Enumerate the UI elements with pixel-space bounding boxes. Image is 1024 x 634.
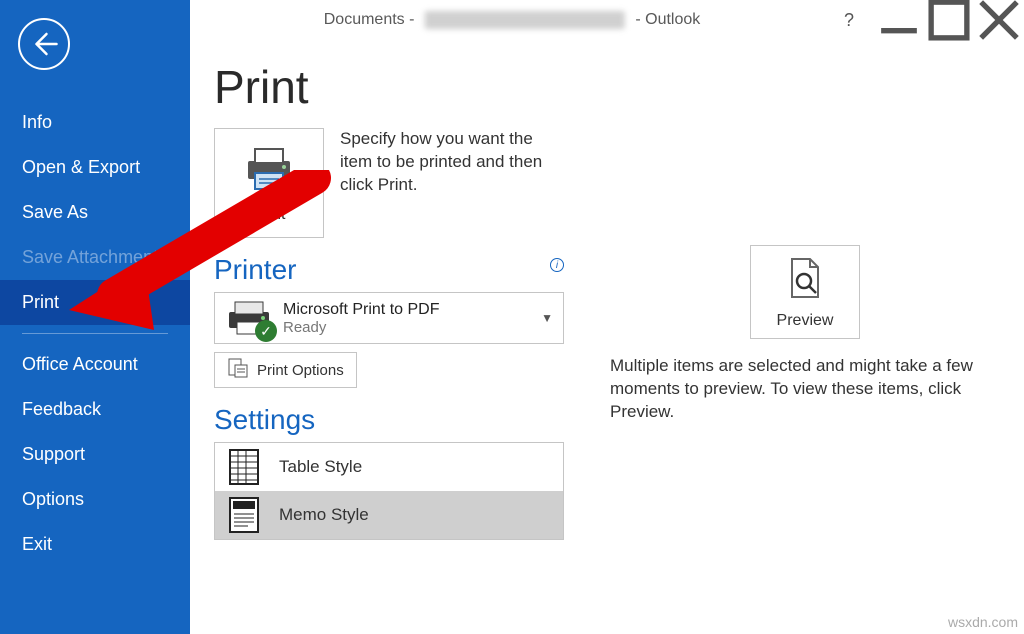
check-icon: ✓ — [255, 320, 277, 342]
window-title: Documents - - Outlook — [324, 11, 701, 29]
close-button[interactable] — [974, 0, 1024, 40]
printer-select[interactable]: ✓ Microsoft Print to PDF Ready ▼ — [214, 292, 564, 344]
sidebar-item-support[interactable]: Support — [0, 432, 190, 477]
title-doc: Documents - — [324, 11, 415, 28]
print-style-list: Table Style Memo Style — [214, 442, 564, 540]
sidebar-item-info[interactable]: Info — [0, 100, 190, 145]
preview-label: Preview — [777, 312, 834, 330]
minimize-button[interactable] — [874, 0, 924, 40]
sidebar-separator — [22, 333, 168, 334]
printer-device-icon: ✓ — [225, 298, 273, 338]
printer-name: Microsoft Print to PDF — [283, 301, 439, 319]
print-button-label: Print — [253, 206, 286, 224]
sidebar-item-save-attachments: Save Attachments — [0, 235, 190, 280]
info-icon[interactable]: i — [550, 258, 564, 272]
print-button[interactable]: Print — [214, 128, 324, 238]
sidebar-item-save-as[interactable]: Save As — [0, 190, 190, 235]
preview-message: Multiple items are selected and might ta… — [610, 355, 1000, 424]
maximize-button[interactable] — [924, 0, 974, 40]
page-title: Print — [214, 60, 1000, 114]
preview-icon — [782, 255, 828, 306]
sidebar-item-options[interactable]: Options — [0, 477, 190, 522]
title-app: - Outlook — [635, 11, 700, 28]
print-options-button[interactable]: Print Options — [214, 352, 357, 388]
sidebar-item-exit[interactable]: Exit — [0, 522, 190, 567]
print-options-label: Print Options — [257, 362, 344, 379]
back-button[interactable] — [18, 18, 70, 70]
printer-icon — [240, 143, 298, 198]
print-instruction: Specify how you want the item to be prin… — [340, 128, 550, 197]
watermark: wsxdn.com — [948, 614, 1018, 630]
preview-pane: Preview Multiple items are selected and … — [610, 245, 1000, 424]
chevron-down-icon: ▼ — [541, 311, 553, 325]
print-options-icon — [227, 357, 249, 383]
memo-style-icon — [227, 495, 261, 535]
sidebar-item-open-export[interactable]: Open & Export — [0, 145, 190, 190]
backstage-sidebar: Info Open & Export Save As Save Attachme… — [0, 0, 190, 634]
style-memo-label: Memo Style — [279, 505, 369, 525]
style-table-label: Table Style — [279, 457, 362, 477]
title-blurred-part — [425, 11, 625, 29]
help-button[interactable]: ? — [824, 0, 874, 40]
sidebar-item-print[interactable]: Print — [0, 280, 190, 325]
sidebar-item-office-account[interactable]: Office Account — [0, 342, 190, 387]
printer-heading: Printer — [214, 254, 296, 286]
sidebar-item-feedback[interactable]: Feedback — [0, 387, 190, 432]
preview-button[interactable]: Preview — [750, 245, 860, 339]
style-table[interactable]: Table Style — [215, 443, 563, 491]
style-memo[interactable]: Memo Style — [215, 491, 563, 539]
printer-status: Ready — [283, 319, 439, 336]
table-style-icon — [227, 447, 261, 487]
